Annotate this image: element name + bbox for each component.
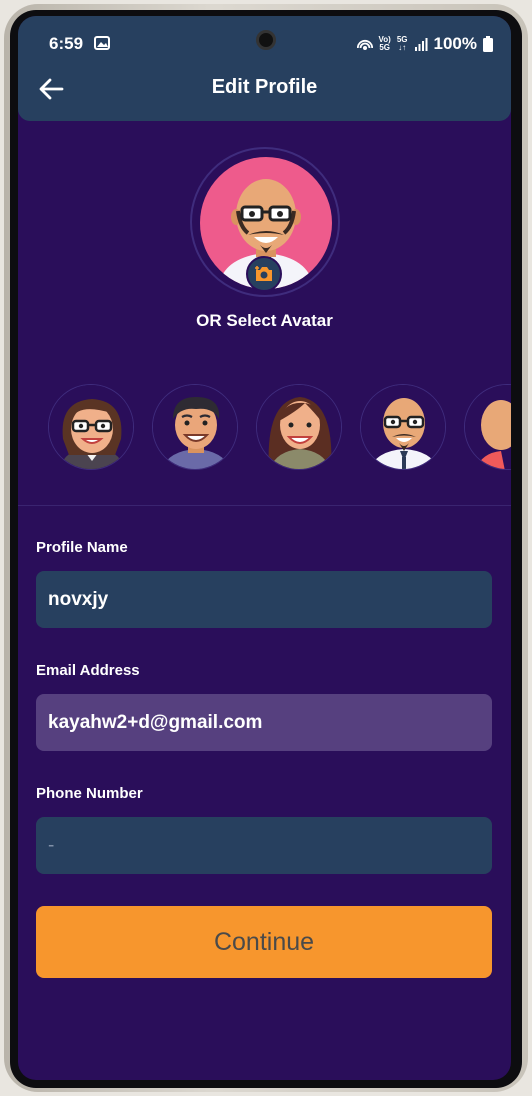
email-address-label: Email Address [36,662,140,679]
app-header: 6:59 Vo) 5G 5G ↓↑ 100% Edit Profile [18,16,511,121]
avatar-option-woman-long-hair[interactable] [256,384,342,470]
network-5g-indicator: 5G ↓↑ [397,36,408,52]
change-photo-button[interactable] [246,256,282,292]
battery-percent: 100% [433,34,477,53]
avatar-carousel[interactable] [48,384,511,474]
avatar-option-partial[interactable] [464,384,511,470]
profile-name-label: Profile Name [36,539,128,556]
woman-glasses-avatar [49,385,133,469]
app-screen: 6:59 Vo) 5G 5G ↓↑ 100% Edit Profile OR S… [18,16,511,1080]
continue-button[interactable]: Continue [36,906,492,978]
status-icons: Vo) 5G 5G ↓↑ 100% [356,34,493,54]
status-time: 6:59 [49,34,84,53]
camera-icon [255,266,272,281]
man-smiling-avatar [153,385,237,469]
page-title: Edit Profile [211,76,318,98]
phone-number-field[interactable]: - [36,817,492,874]
avatar-option-woman-glasses[interactable] [48,384,134,470]
battery-icon [483,36,493,52]
gallery-icon [94,36,110,50]
network-bottom: ↓↑ [398,43,407,52]
status-bar: 6:59 Vo) 5G 5G ↓↑ 100% [18,28,511,58]
avatar-option-man-smiling[interactable] [152,384,238,470]
partial-avatar [465,385,511,469]
phone-number-value: - [48,834,55,856]
select-avatar-label: OR Select Avatar [196,311,333,330]
volte-bottom: 5G [379,43,391,52]
email-address-value: kayahw2+d@gmail.com [48,711,263,733]
hotspot-icon [356,39,373,50]
front-camera [256,30,276,50]
volte-indicator: Vo) 5G [379,36,391,52]
woman-long-hair-avatar [257,385,341,469]
bald-man-glasses-avatar [361,385,445,469]
phone-number-label: Phone Number [36,785,143,802]
signal-icon [414,38,428,51]
section-divider [18,505,511,506]
avatar-option-bald-man-glasses[interactable] [360,384,446,470]
email-address-field: kayahw2+d@gmail.com [36,694,492,751]
profile-name-value: novxjy [48,588,109,610]
profile-name-field[interactable]: novxjy [36,571,492,628]
